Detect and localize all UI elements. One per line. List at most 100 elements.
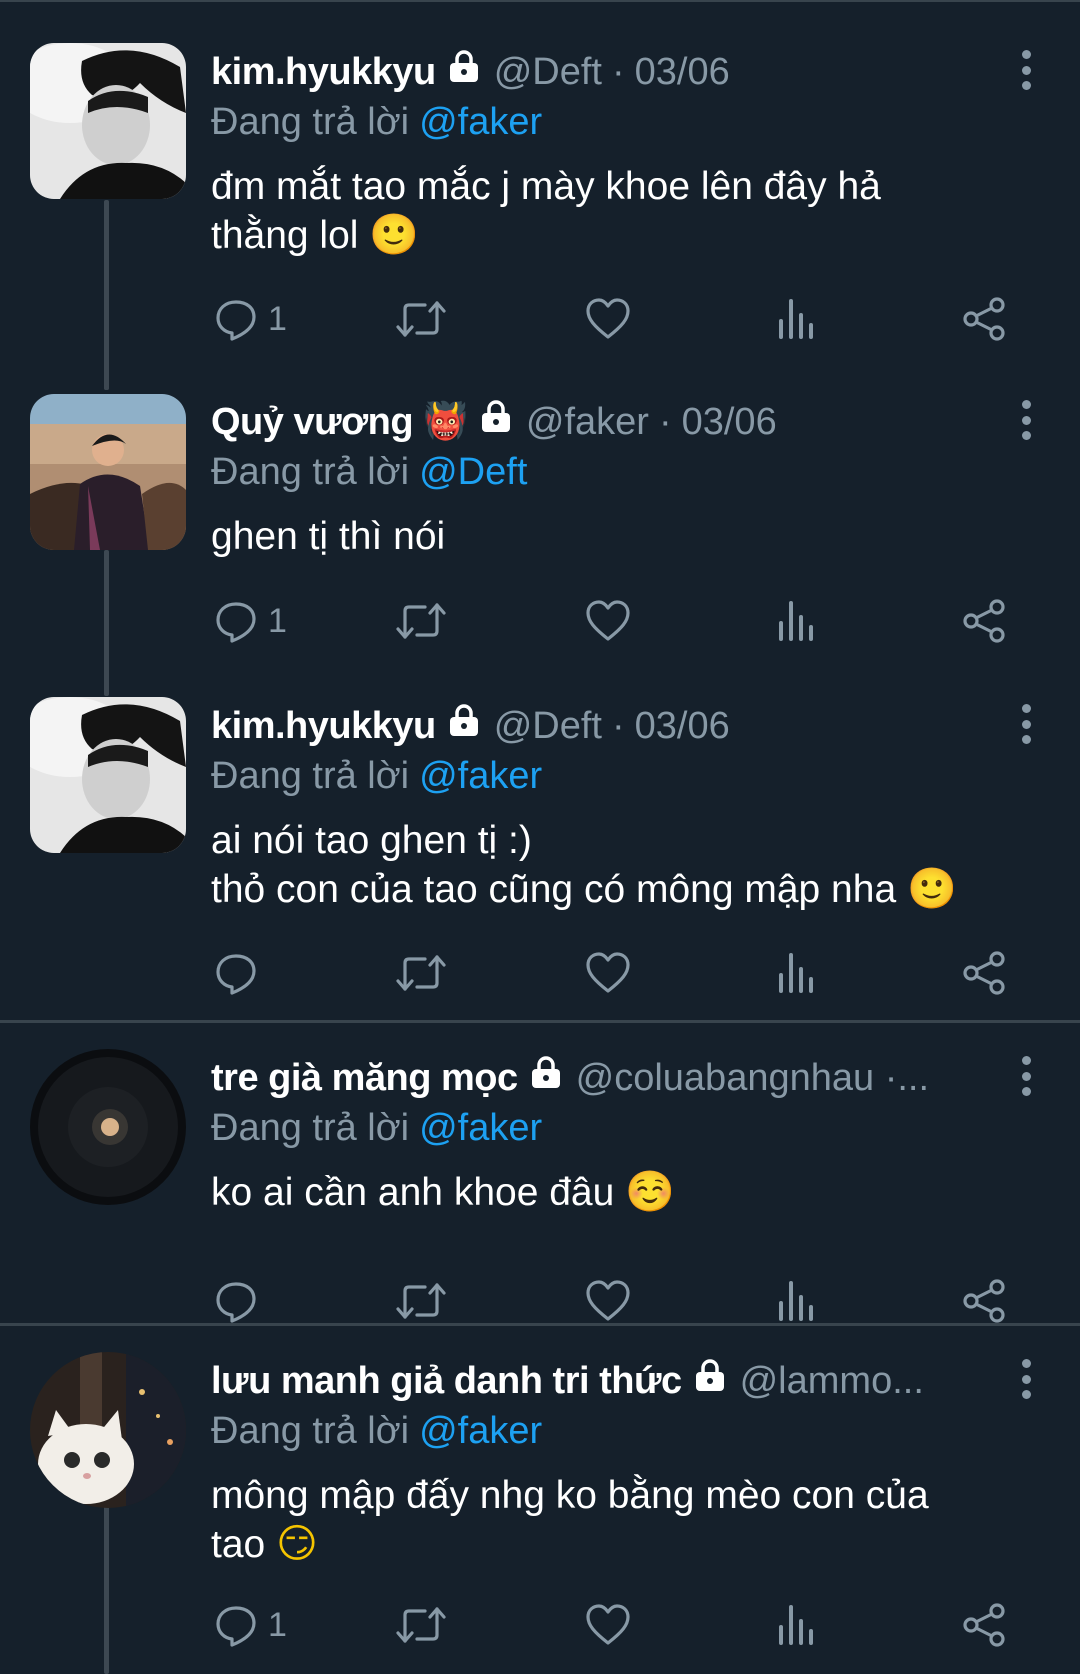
avatar[interactable] [30,1352,186,1508]
reply-count: 1 [268,601,287,640]
text-line: mông mập đấy nhg ko bằng mèo con của [211,1474,929,1517]
reply-button[interactable]: 1 [214,593,287,649]
tweet-4[interactable]: lưu manh giả danh tri thức @lammo... Đan… [0,1326,1080,1674]
like-button[interactable] [585,593,631,649]
tweet-0[interactable]: kim.hyukkyu @Deft · 03/06 Đang trả lời @f… [0,0,1080,390]
text-line-with-emoji: thằng lol 🙂 [211,211,1020,260]
like-button[interactable] [585,291,631,347]
tweet-date[interactable]: 03/06 [635,702,730,750]
separator-dot: · [612,51,625,93]
tweet-actions [211,1273,1011,1329]
more-vertical-icon[interactable] [1016,1056,1036,1096]
share-button[interactable] [961,1597,1007,1653]
mention-link[interactable]: @faker [419,755,542,797]
replying-to: Đang trả lời @faker [211,1407,542,1455]
reply-button[interactable]: 1 [214,291,287,347]
avatar[interactable] [30,697,186,853]
tweet-2[interactable]: kim.hyukkyu @Deft · 03/06 Đang trả lời @f… [0,680,1080,1020]
username[interactable]: @faker [526,398,649,446]
replying-to-label: Đang trả lời [211,755,410,797]
analytics-button[interactable] [776,593,816,649]
display-name[interactable]: kim.hyukkyu [211,702,436,750]
tweet-actions: 1 [211,291,1011,347]
more-vertical-icon[interactable] [1016,1359,1036,1399]
retweet-button[interactable] [395,1273,447,1329]
text-line-with-emoji: tao 😏 [211,1520,1020,1569]
replying-to-label: Đang trả lời [211,1410,410,1452]
replying-to-label: Đang trả lời [211,1107,410,1149]
tweet-header: lưu manh giả danh tri thức @lammo... [211,1357,990,1405]
retweet-button[interactable] [395,593,447,649]
share-button[interactable] [961,945,1007,1001]
retweet-button[interactable] [395,945,447,1001]
retweet-button[interactable] [395,1597,447,1653]
lock-icon [446,48,482,96]
smirking-emoji: 😏 [276,1521,318,1567]
avatar[interactable] [30,1049,186,1205]
mention-link[interactable]: @faker [419,1107,542,1149]
heart-icon [586,952,630,993]
text-line: đm mắt tao mắc j mày khoe lên đây hả [211,165,881,208]
tweet-date[interactable]: 03/06 [635,48,730,96]
username[interactable]: @lammo... [740,1357,924,1405]
thread-line [104,360,109,390]
tweet-1[interactable]: Quỷ vương 👹 @faker · 03/06 Đang trả lời @… [0,360,1080,690]
mention-link[interactable]: @faker [419,1410,542,1452]
thread-line [104,680,109,696]
reply-button[interactable] [214,1273,268,1329]
share-icon [963,1279,1005,1323]
avatar[interactable] [30,43,186,199]
separator-dot: · [658,401,672,443]
share-button[interactable] [961,593,1007,649]
like-button[interactable] [585,1597,631,1653]
tweet-3[interactable]: tre già măng mọc @coluabangnhau ·... Đan… [0,1023,1080,1323]
mention-link[interactable]: @Deft [419,451,527,493]
reply-icon [216,1282,256,1323]
share-icon [963,297,1005,341]
retweet-icon [396,955,446,991]
like-button[interactable] [585,945,631,1001]
share-icon [963,1603,1005,1647]
more-vertical-icon[interactable] [1016,400,1036,440]
display-name[interactable]: tre già măng mọc [211,1054,518,1102]
analytics-button[interactable] [776,1273,816,1329]
username[interactable]: @coluabangnhau ·... [576,1054,929,1102]
like-button[interactable] [585,1273,631,1329]
retweet-icon [396,1283,446,1319]
reply-button[interactable] [214,945,268,1001]
reply-button[interactable]: 1 [214,1597,287,1653]
tweet-date[interactable]: 03/06 [682,398,777,446]
tweet-text: ai nói tao ghen tị :) thỏ con của tao cũ… [211,817,1020,914]
replying-to-label: Đang trả lời [211,451,410,493]
text-line: thỏ con của tao cũng có mông mập nha [211,868,897,911]
display-name[interactable]: Quỷ vương [211,398,414,446]
thread-line [104,1504,109,1674]
replying-to: Đang trả lời @faker [211,98,542,146]
ogre-emoji: 👹 [423,401,468,442]
share-button[interactable] [961,1273,1007,1329]
retweet-button[interactable] [395,291,447,347]
analytics-icon [779,601,813,641]
more-vertical-icon[interactable] [1016,704,1036,744]
display-name[interactable]: lưu manh giả danh tri thức [211,1357,682,1405]
username[interactable]: @Deft [494,702,602,750]
text-line: thằng lol [211,214,359,257]
display-name[interactable]: kim.hyukkyu [211,48,436,96]
mention-link[interactable]: @faker [419,101,542,143]
analytics-button[interactable] [776,1597,816,1653]
lock-icon [692,1357,728,1405]
text-line: ghen tị thì nói [211,515,446,558]
share-button[interactable] [961,291,1007,347]
heart-icon [586,1280,630,1321]
retweet-icon [396,301,446,337]
analytics-button[interactable] [776,291,816,347]
analytics-button[interactable] [776,945,816,1001]
tweet-actions: 1 [211,1597,1011,1653]
reply-icon [216,602,256,643]
text-line: tao [211,1523,266,1566]
more-vertical-icon[interactable] [1016,50,1036,90]
text-line-with-emoji: thỏ con của tao cũng có mông mập nha 🙂 [211,865,1020,914]
avatar[interactable] [30,394,186,550]
username[interactable]: @Deft [494,48,602,96]
analytics-icon [779,1281,813,1321]
